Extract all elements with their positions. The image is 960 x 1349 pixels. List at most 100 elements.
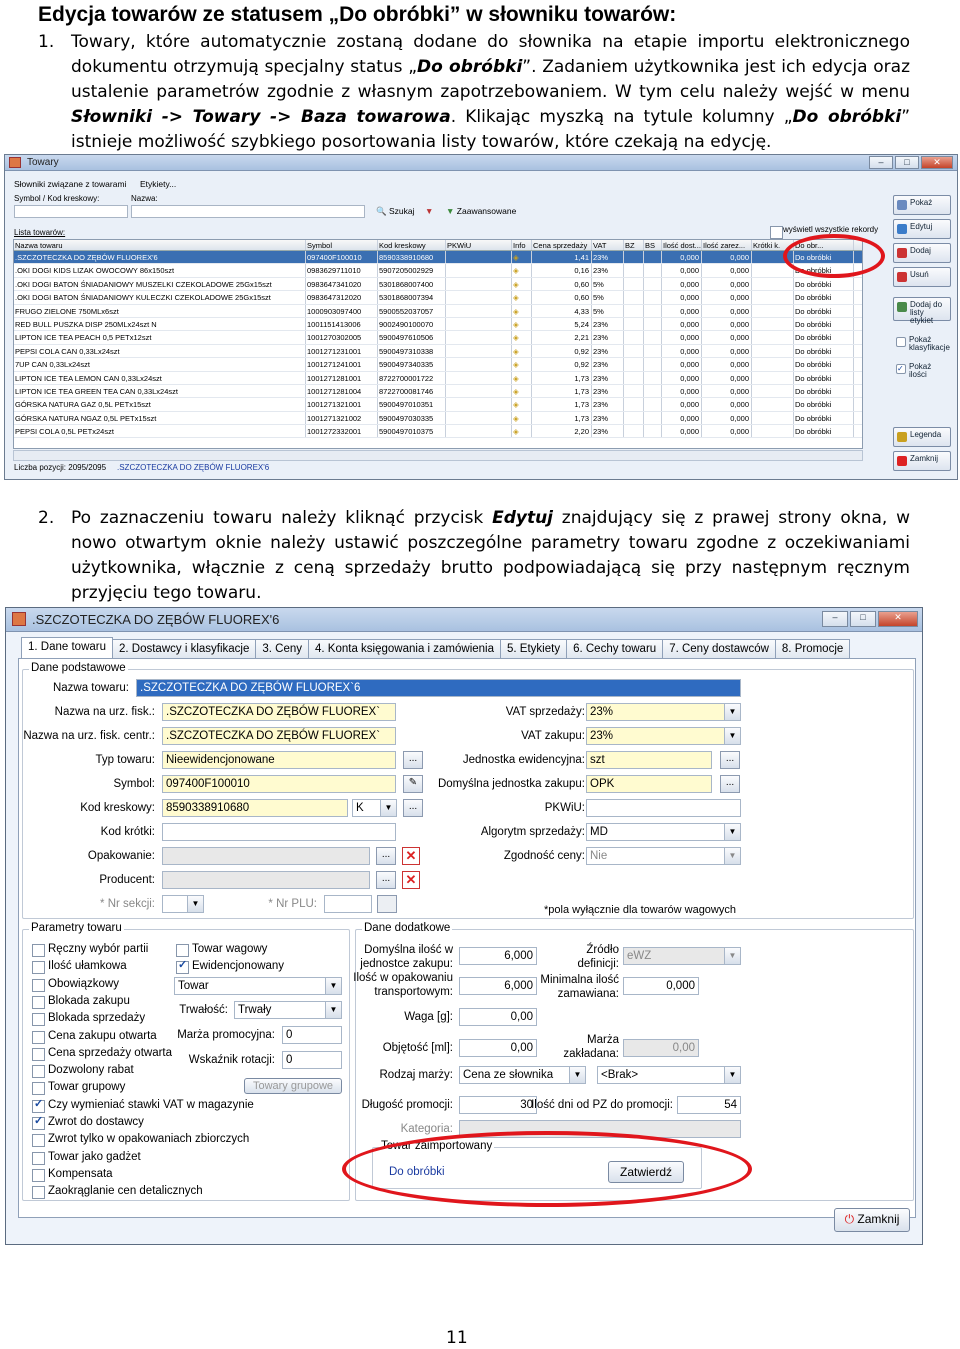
weight-input[interactable]: 0,00 xyxy=(459,1008,537,1026)
param-checkbox[interactable]: Obowiązkowy xyxy=(32,978,119,992)
days-to-promo-input[interactable]: 54 xyxy=(677,1096,741,1114)
legend-button[interactable]: Legenda xyxy=(893,427,951,447)
unit-browse-button[interactable]: ... xyxy=(720,751,740,769)
table-row[interactable]: LIPTON ICE TEA GREEN TEA CAN 0,33Lx24szt… xyxy=(14,384,862,399)
horizontal-scrollbar[interactable] xyxy=(13,450,863,461)
rotation-input[interactable]: 0 xyxy=(282,1051,342,1069)
unit-input[interactable]: szt xyxy=(586,751,712,769)
menu-labels[interactable]: Etykiety... xyxy=(140,179,176,189)
table-row[interactable]: .OKI DOGI KIDS LIZAK OWOCOWY 86x150szt 09… xyxy=(14,264,862,278)
vat-sale-select[interactable]: 23% ▼ xyxy=(586,703,741,721)
show-quantities-checkbox[interactable]: ✓ Pokaż ilości xyxy=(893,360,951,380)
tab-3[interactable]: 3. Ceny xyxy=(255,639,310,659)
column-header-3[interactable]: PKWiU xyxy=(446,240,512,250)
param-checkbox[interactable]: Kompensata xyxy=(32,1168,113,1182)
param-checkbox[interactable]: Dozwolony rabat xyxy=(32,1064,134,1079)
table-row[interactable]: 7UP CAN 0,33Lx24szt 1001271241001 59004973… xyxy=(14,358,862,372)
column-header-6[interactable]: VAT xyxy=(592,240,624,250)
producer-browse-button[interactable]: ... xyxy=(376,871,396,889)
symbol-edit-button[interactable]: ✎ xyxy=(403,775,423,793)
param-checkbox[interactable]: Czy wymieniać stawki VAT w magazynie xyxy=(32,1097,254,1113)
table-row[interactable]: PEPSI COLA 0,5L PETx24szt 1001272332001 59… xyxy=(14,425,862,439)
menu-dictionaries[interactable]: Słowniki związane z towarami xyxy=(14,179,126,189)
table-row[interactable]: GÓRSKA NATURA NGAZ 0,5L PETx15szt 1001271… xyxy=(14,411,862,426)
package-input[interactable] xyxy=(162,847,370,865)
param-checkbox[interactable]: Towar jako gadżet xyxy=(32,1151,141,1165)
column-header-1[interactable]: Symbol xyxy=(306,240,378,250)
column-header-8[interactable]: BS xyxy=(644,240,662,250)
column-header-10[interactable]: Ilość zarez... xyxy=(702,240,752,250)
column-header-0[interactable]: Nazwa towaru xyxy=(14,240,306,250)
goods-type-input[interactable]: Nieewidencjonowane xyxy=(162,751,396,769)
search-button[interactable]: 🔍 Szukaj xyxy=(376,206,414,217)
barcode-browse-button[interactable]: ... xyxy=(403,799,423,817)
delete-button[interactable]: Usuń xyxy=(893,267,951,287)
column-header-4[interactable]: Info xyxy=(512,240,532,250)
default-unit-input[interactable]: OPK xyxy=(586,775,712,793)
min-qty-input[interactable]: 0,000 xyxy=(623,977,699,995)
column-header-5[interactable]: Cena sprzedaży xyxy=(532,240,592,250)
param-checkbox[interactable]: Ilość ułamkowa xyxy=(32,960,127,975)
close-button[interactable]: ⏻ Zamknij xyxy=(834,1208,910,1232)
filter-icon[interactable]: ▼ xyxy=(425,206,433,216)
margin-kind-select[interactable]: Cena ze słownika ▼ xyxy=(459,1066,586,1084)
registered-checkbox[interactable]: Ewidencjonowany xyxy=(176,958,284,974)
param-checkbox[interactable]: Blokada sprzedaży xyxy=(32,1012,145,1027)
param-checkbox[interactable]: Zwrot do dostawcy xyxy=(32,1114,144,1130)
price-compliance-select[interactable]: Nie ▼ xyxy=(586,847,741,865)
volume-input[interactable]: 0,00 xyxy=(459,1039,537,1057)
column-header-9[interactable]: Ilość dost... xyxy=(662,240,702,250)
param-checkbox[interactable]: Cena zakupu otwarta xyxy=(32,1030,157,1044)
param-checkbox[interactable]: Zaokrąglanie cen detalicznych xyxy=(32,1185,203,1200)
table-row[interactable]: PEPSI COLA CAN 0,33Lx24szt 1001271231001 5… xyxy=(14,344,862,359)
table-row[interactable]: GÓRSKA NATURA GAZ 0,5L PETx15szt 10012713… xyxy=(14,398,862,412)
param-checkbox[interactable]: Zwrot tylko w opakowaniach zbiorczych xyxy=(32,1133,249,1148)
maximize-button[interactable]: □ xyxy=(895,156,919,169)
param-checkbox[interactable]: Towar grupowy xyxy=(32,1081,125,1096)
tab-8[interactable]: 8. Promocje xyxy=(774,639,851,659)
table-row[interactable]: .OKI DOGI BATON ŚNIADANIOWY KULECZKI CZE… xyxy=(14,291,862,305)
table-row[interactable]: LIPTON ICE TEA PEACH 0,5 PETx12szt 100127… xyxy=(14,331,862,345)
package-clear-icon[interactable]: ✕ xyxy=(402,847,420,865)
column-header-7[interactable]: BZ xyxy=(624,240,644,250)
symbol-input[interactable]: 097400F100010 xyxy=(162,775,396,793)
source-select[interactable]: eWZ ▼ xyxy=(623,947,741,965)
show-classifications-checkbox[interactable]: Pokaż klasyfikacje xyxy=(893,333,951,353)
close-window-button[interactable]: ✕ xyxy=(878,611,918,627)
table-row[interactable]: RED BULL PUSZKA DISP 250MLx24szt N 100115… xyxy=(14,317,862,332)
barcode-input[interactable]: 8590338910680 xyxy=(162,799,348,817)
param-checkbox[interactable]: Ręczny wybór partii xyxy=(32,943,148,957)
edit-button[interactable]: Edytuj xyxy=(893,219,951,239)
tab-1[interactable]: 1. Dane towaru xyxy=(21,637,113,659)
short-code-input[interactable] xyxy=(162,823,396,841)
package-browse-button[interactable]: ... xyxy=(376,847,396,865)
show-all-checkbox[interactable]: wyświetl wszystkie rekordy xyxy=(770,225,878,239)
plu-input[interactable] xyxy=(324,895,372,913)
param-checkbox[interactable]: Blokada zakupu xyxy=(32,995,130,1009)
fisk-central-name-input[interactable]: .SZCZOTECZKA DO ZĘBÓW FLUOREX` xyxy=(162,727,396,745)
producer-input[interactable] xyxy=(162,871,370,889)
maximize-button[interactable]: □ xyxy=(850,611,876,627)
goods-kind-select[interactable]: Towar ▼ xyxy=(174,977,342,995)
minimize-button[interactable]: – xyxy=(869,156,893,169)
table-row[interactable]: .SZCZOTECZKA DO ZĘBÓW FLUOREX'6 097400F10… xyxy=(14,251,862,265)
tab-5[interactable]: 5. Etykiety xyxy=(500,639,568,659)
name-input[interactable] xyxy=(131,205,365,218)
tab-4[interactable]: 4. Konta księgowania i zamówienia xyxy=(308,639,502,659)
margin-source-select[interactable]: <Brak> ▼ xyxy=(597,1066,741,1084)
section-select[interactable]: ▼ xyxy=(162,895,204,913)
default-qty-input[interactable]: 6,000 xyxy=(459,947,537,965)
table-row[interactable]: FRUGO ZIELONE 750MLx6szt 1000903097400 590… xyxy=(14,304,862,318)
param-checkbox[interactable]: Cena sprzedaży otwarta xyxy=(32,1047,172,1061)
promo-margin-input[interactable]: 0 xyxy=(282,1026,342,1044)
tab-6[interactable]: 6. Cechy towaru xyxy=(566,639,664,659)
default-unit-browse-button[interactable]: ... xyxy=(720,775,740,793)
sale-algorithm-select[interactable]: MD ▼ xyxy=(586,823,741,841)
weight-goods-checkbox[interactable]: Towar wagowy xyxy=(176,943,267,957)
margin-input[interactable]: 0,00 xyxy=(623,1039,699,1057)
plu-button[interactable] xyxy=(377,895,397,913)
minimize-button[interactable]: – xyxy=(822,611,848,627)
fisk-name-input[interactable]: .SZCZOTECZKA DO ZĘBÓW FLUOREX` xyxy=(162,703,396,721)
goods-type-browse-button[interactable]: ... xyxy=(403,751,423,769)
promo-length-input[interactable]: 30 xyxy=(459,1096,537,1114)
